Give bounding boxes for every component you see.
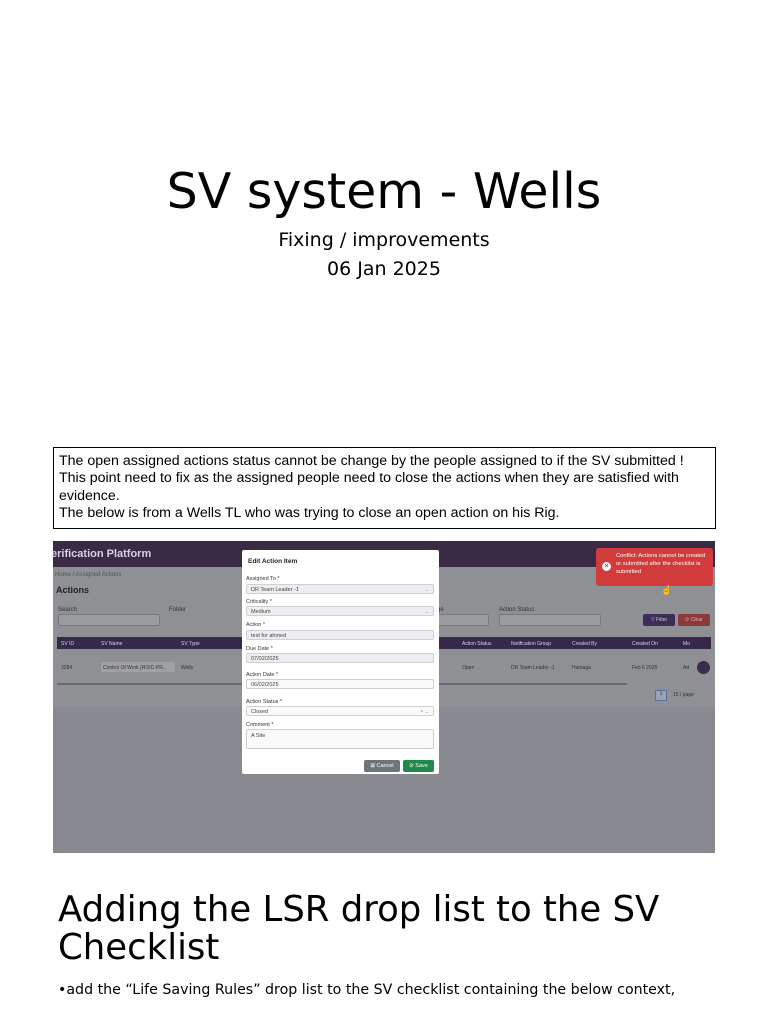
note-box: The open assigned actions status cannot …: [53, 447, 716, 530]
cell-sv-id: 3284: [61, 665, 73, 671]
chevron-down-icon: ⌄: [424, 609, 429, 615]
conflict-toast: × Conflict: Actions cannot be created or…: [596, 548, 713, 586]
action-date-label: Action Date *: [246, 672, 279, 678]
criticality-select[interactable]: Medium ⌄: [246, 606, 434, 616]
note-line-3: The below is from a Wells TL who was try…: [59, 504, 560, 521]
error-icon: ×: [602, 562, 611, 571]
col-more[interactable]: Mo: [683, 641, 690, 647]
edit-action-modal: Edit Action Item Assigned To * DR Team L…: [242, 550, 439, 774]
folder-label: Folder: [169, 607, 187, 613]
app-brand: erification Platform: [53, 548, 152, 560]
cell-sv-type: Wells: [181, 665, 194, 671]
cell-more: Ad: [683, 665, 690, 671]
cell-created-by: Hamaga: [572, 665, 591, 671]
slide-date: 06 Jan 2025: [327, 258, 441, 280]
due-date-value: 07/02/2025: [251, 656, 279, 662]
action-date-value: 06/02/2025: [251, 682, 279, 688]
search-input[interactable]: [58, 614, 160, 626]
action-value: test for ahmed: [251, 633, 287, 639]
search-label: Search: [58, 607, 78, 613]
chevron-down-icon: ⌄: [424, 587, 429, 593]
filter-button[interactable]: ▽ Filter: [643, 614, 675, 626]
comment-value: A Site: [251, 733, 266, 739]
comment-textarea[interactable]: A Site: [246, 729, 434, 749]
bullet-text: •add the “Life Saving Rules” drop list t…: [58, 982, 676, 998]
col-sv-id[interactable]: SV ID: [61, 641, 74, 647]
col-created-by[interactable]: Created By: [572, 641, 597, 647]
per-page-select[interactable]: 15 / page: [673, 692, 694, 698]
action-status-select[interactable]: Closed × ⌄: [246, 706, 434, 716]
modal-title: Edit Action Item: [248, 558, 298, 565]
action-date-input[interactable]: 06/02/2025: [246, 679, 434, 689]
col-notification-group[interactable]: Notification Group: [511, 641, 551, 647]
conflict-message: Conflict: Actions cannot be created or s…: [616, 553, 706, 575]
embedded-screenshot: erification Platform Home / Assigned Act…: [53, 541, 715, 853]
note-line-1: The open assigned actions status cannot …: [59, 453, 684, 469]
cell-sv-name[interactable]: Control Of Work (ROIC-PR...: [103, 665, 167, 671]
section-heading: Adding the LSR drop list to the SV Check…: [58, 889, 660, 968]
action-input[interactable]: test for ahmed: [246, 630, 434, 640]
criticality-value: Medium: [251, 609, 271, 615]
due-date-input[interactable]: 07/02/2025: [246, 653, 434, 663]
stage-select[interactable]: [437, 614, 489, 626]
assigned-to-label: Assigned To *: [246, 576, 280, 582]
page-heading: Actions: [56, 585, 90, 595]
slide-subtitle: Fixing / improvements: [278, 229, 490, 251]
save-button[interactable]: ⊘ Save: [403, 760, 434, 772]
action-status-filter-select[interactable]: [499, 614, 601, 626]
floating-action-button[interactable]: [697, 661, 710, 674]
due-date-label: Due Date *: [246, 646, 273, 652]
slide-title: SV system - Wells: [166, 163, 602, 220]
col-created-on[interactable]: Created On: [632, 641, 658, 647]
pager-current-page[interactable]: 1: [655, 690, 667, 701]
clear-chevron-icon: × ⌄: [420, 709, 430, 715]
action-status-filter-label: Action Status: [499, 607, 535, 613]
cell-action-status: Open: [462, 665, 475, 671]
col-action-status[interactable]: Action Status: [462, 641, 491, 647]
action-status-label: Action Status *: [246, 699, 283, 705]
hand-cursor-icon: ☝: [661, 585, 673, 595]
assigned-to-value: DR Team Leader -1: [251, 587, 299, 593]
col-sv-name[interactable]: SV Name: [101, 641, 122, 647]
action-label: Action *: [246, 622, 265, 628]
action-status-value: Closed: [251, 709, 269, 715]
comment-label: Comment *: [246, 722, 274, 728]
cancel-button[interactable]: ⊠ Cancel: [364, 760, 400, 772]
col-sv-type[interactable]: SV Type: [181, 641, 200, 647]
criticality-label: Criticality *: [246, 599, 272, 605]
clear-button[interactable]: ⟳ Clear: [678, 614, 710, 626]
assigned-to-select[interactable]: DR Team Leader -1 ⌄: [246, 584, 434, 594]
note-line-2: This point need to fix as the assigned p…: [59, 470, 679, 504]
breadcrumb: Home / Assigned Actions: [55, 572, 122, 578]
cell-created-on: Feb 6 2025: [632, 665, 658, 671]
cell-notification-group: DR Team Leader -1: [511, 665, 555, 671]
